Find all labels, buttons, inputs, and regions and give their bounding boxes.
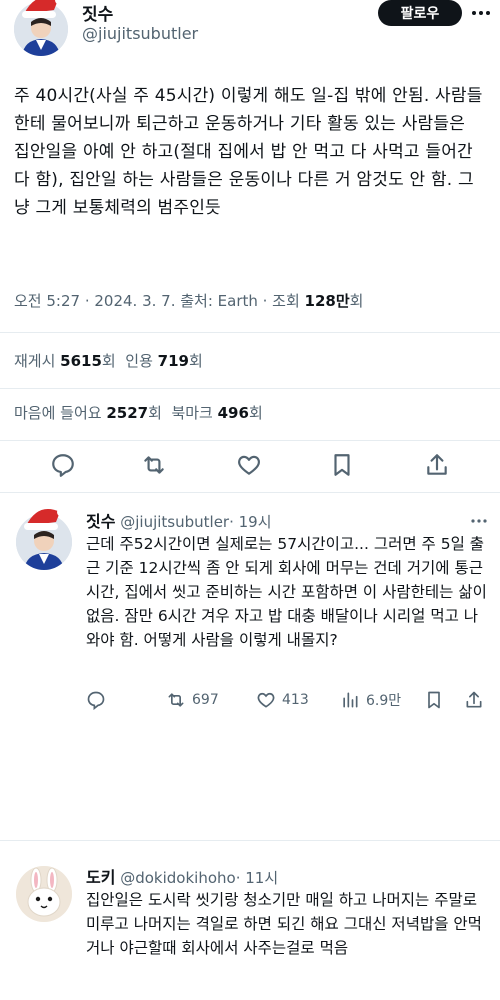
author-name[interactable]: 짓수: [82, 0, 113, 25]
tweet-text: 주 40시간(사실 주 45시간) 이렇게 해도 일-집 밖에 안됨. 사람들한…: [14, 86, 483, 218]
like-bookmark-stats[interactable]: 마음에 들어요 2527회 북마크 496회: [14, 402, 263, 423]
share-button[interactable]: [464, 688, 484, 712]
retweet-button[interactable]: [141, 452, 167, 478]
reply-header: 도키 @dokidokihoho· 11시: [86, 864, 278, 888]
retweet-count: 697: [192, 692, 219, 708]
reply-icon: [52, 454, 74, 477]
retweet-icon: [168, 693, 184, 707]
follow-button[interactable]: 팔로우: [378, 0, 462, 26]
reply-icon: [87, 691, 105, 710]
bookmark-icon: [428, 691, 440, 709]
share-icon: [427, 454, 447, 475]
divider: [0, 388, 500, 389]
santa-hat-icon: [24, 507, 67, 530]
bookmark-count: 496: [217, 404, 249, 422]
reply-button[interactable]: [86, 688, 106, 712]
bookmark-button[interactable]: [424, 688, 444, 712]
view-count-suffix: 회: [349, 292, 364, 310]
likes-suffix: 회: [148, 404, 162, 422]
quote-count: 719: [157, 352, 189, 370]
view-count: 128만: [304, 292, 350, 310]
reply-text: 집안일은 도시락 씻기랑 청소기만 매일 하고 나머지는 주말로 미루고 나머지…: [86, 891, 482, 957]
reply-author-name[interactable]: 짓수: [86, 512, 115, 531]
more-options-icon[interactable]: [470, 512, 488, 530]
retweet-quote-stats[interactable]: 재게시 5615회 인용 719회: [14, 350, 203, 371]
heart-icon: [257, 692, 275, 708]
reply-header: 짓수 @jiujitsubutler· 19시: [86, 508, 272, 532]
likes-label: 마음에 들어요: [14, 404, 107, 422]
divider: [0, 332, 500, 333]
author-handle[interactable]: @jiujitsubutler: [82, 24, 198, 43]
avatar[interactable]: [16, 866, 72, 922]
reply-author-name[interactable]: 도키: [86, 868, 115, 887]
view-count: 6.9만: [366, 693, 402, 709]
reply-author-handle[interactable]: @dokidokihoho: [120, 869, 235, 887]
retweet-count: 5615: [60, 352, 102, 370]
like-count: 2527: [106, 404, 149, 422]
reply-text: 근데 주52시간이면 실제로는 57시간이고... 그러면 주 5일 출근 기준…: [86, 535, 487, 649]
quotes-suffix: 회: [188, 352, 203, 370]
views-chart-icon: [343, 692, 358, 708]
retweet-button[interactable]: 697: [166, 688, 219, 712]
like-button[interactable]: 413: [256, 688, 309, 712]
bookmarks-label: 북마크: [161, 404, 218, 422]
bookmarks-suffix: 회: [248, 404, 263, 422]
tweet-timestamp-source: 오전 5:27 · 2024. 3. 7. 출처: Earth · 조회: [14, 292, 305, 310]
retweets-suffix: 회: [101, 352, 116, 370]
heart-icon: [238, 455, 260, 475]
bookmark-button[interactable]: [329, 452, 355, 478]
divider: [0, 492, 500, 493]
like-count: 413: [282, 692, 309, 708]
more-options-icon[interactable]: [470, 2, 492, 24]
like-button[interactable]: [236, 452, 262, 478]
reply-author-handle[interactable]: @jiujitsubutler: [120, 513, 229, 531]
rabbit-avatar-icon: [16, 866, 72, 922]
retweets-label: 재게시: [14, 352, 61, 370]
divider: [0, 840, 500, 841]
reply-timestamp[interactable]: · 19시: [229, 513, 271, 531]
quotes-label: 인용: [115, 352, 158, 370]
bookmark-icon: [334, 454, 350, 476]
views-button[interactable]: 6.9만: [340, 688, 401, 712]
share-button[interactable]: [424, 452, 450, 478]
retweet-icon: [144, 456, 164, 474]
reply-timestamp[interactable]: · 11시: [236, 869, 278, 887]
santa-hat-icon: [22, 0, 65, 18]
divider: [0, 440, 500, 441]
share-icon: [466, 691, 482, 708]
reply-button[interactable]: [50, 452, 76, 478]
tweet-meta: 오전 5:27 · 2024. 3. 7. 출처: Earth · 조회 128…: [14, 290, 363, 311]
